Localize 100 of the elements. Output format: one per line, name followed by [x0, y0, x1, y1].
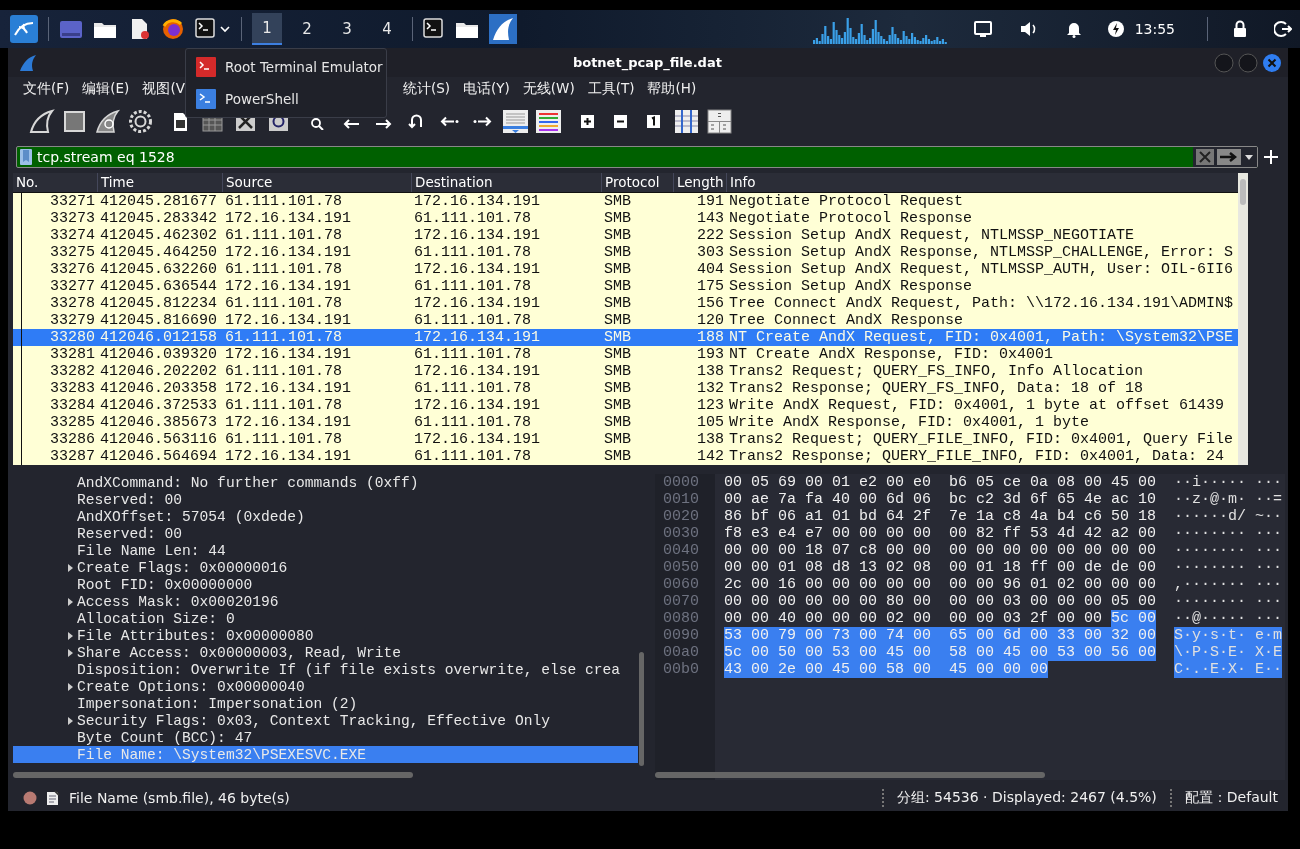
lightning-icon[interactable] — [1106, 20, 1125, 38]
table-cell-text: 412045.464250 — [99, 244, 219, 262]
table-cell-text: 412046.563116 — [99, 431, 219, 449]
packet-row[interactable]: 33283 412046.203358 172.16.134.191 61.111.101.78 SMB 132 Trans2 Response; QUERY_FS_INFO, Data: 18 of 18 — [13, 380, 1238, 398]
tree-row[interactable]: Root FID: 0x00000000 — [13, 576, 638, 594]
tree-row[interactable]: File Attributes: 0x00000080 — [13, 627, 638, 645]
packet-row[interactable]: 33274 412045.462302 61.111.101.78 172.16.134.191 SMB 222 Session Setup AndX Request, NTLMSSP_NEGOTIATE — [13, 227, 1238, 245]
table-cell-text: 172.16.134.191 — [413, 227, 542, 245]
tree-row[interactable]: File Name Len: 44 — [13, 542, 638, 560]
menu-item[interactable]: 统计(S) — [402, 80, 450, 99]
hex-bytes: f8 e3 e4 e7 00 00 00 00 00 82 ff 53 4d 42 a2 00 — [724, 525, 1158, 543]
display-filter-field[interactable]: tcp.stream eq 1528 — [16, 145, 1258, 168]
shark-fin-icon[interactable] — [489, 14, 517, 44]
tree-row[interactable]: Allocation Size: 0 — [13, 610, 638, 628]
logout-icon[interactable] — [1274, 20, 1292, 38]
menu-item[interactable]: PowerShell — [186, 83, 386, 115]
clear-icon[interactable] — [1196, 148, 1214, 165]
tree-row[interactable]: Share Access: 0x00000003, Read, Write — [13, 644, 638, 662]
collapsed-triangle-icon[interactable] — [65, 682, 74, 691]
autoscroll-icon[interactable] — [502, 107, 529, 135]
bookmark-icon[interactable] — [19, 147, 33, 166]
chevron-down-icon[interactable] — [219, 23, 231, 35]
screen-icon[interactable] — [972, 20, 993, 38]
workspace-button[interactable]: 4 — [372, 13, 402, 45]
packet-row[interactable]: 33282 412046.202202 61.111.101.78 172.16.134.191 SMB 138 Trans2 Request; QUERY_FS_INFO, Info Allocation — [13, 363, 1238, 381]
hex-bytes: 00 00 00 18 07 c8 00 00 00 00 00 00 00 00 00 00 — [724, 542, 1158, 560]
resize-columns-icon[interactable] — [673, 107, 700, 135]
tree-row[interactable]: Security Flags: 0x03, Context Tracking, Effective Only — [13, 712, 638, 730]
menu-item[interactable]: 电话(Y) — [463, 80, 510, 99]
menu-item[interactable]: 视图(V — [142, 80, 185, 99]
close-button[interactable] — [1262, 52, 1282, 73]
packet-row[interactable]: 33279 412045.816690 172.16.134.191 61.111.101.78 SMB 120 Tree Connect AndX Response — [13, 312, 1238, 330]
packet-row[interactable]: 33278 412045.812234 61.111.101.78 172.16.134.191 SMB 156 Tree Connect AndX Request, Path: \\172.16.134.191\ADMIN$ — [13, 295, 1238, 313]
collapsed-triangle-icon[interactable] — [65, 716, 74, 725]
tree-row[interactable]: Byte Count (BCC): 47 — [13, 729, 638, 747]
column-header[interactable]: No. — [13, 173, 97, 193]
table-cell-text: Trans2 Response; QUERY_FS_INFO, Data: 18 of 18 — [728, 380, 1145, 398]
tree-row[interactable]: AndXOffset: 57054 (0xdede) — [13, 508, 638, 526]
table-cell-text: 412045.812234 — [99, 295, 219, 313]
shark-fin-refresh-icon[interactable] — [94, 107, 121, 135]
tree-row[interactable]: Reserved: 00 — [13, 525, 638, 543]
packet-row[interactable]: 33281 412046.039320 172.16.134.191 61.111.101.78 SMB 193 NT Create AndX Response, FID: 0x4001 — [13, 346, 1238, 364]
menu-item[interactable]: 工具(T) — [587, 80, 635, 99]
packet-row[interactable]: 33277 412045.636544 172.16.134.191 61.111.101.78 SMB 175 Session Setup AndX Response — [13, 278, 1238, 296]
table-cell-text: 412045.636544 — [99, 278, 219, 296]
table-cell-text: SMB — [603, 227, 632, 245]
terminal-icon[interactable] — [195, 18, 217, 40]
packet-row[interactable]: 33286 412046.563116 61.111.101.78 172.16.134.191 SMB 138 Trans2 Request; QUERY_FILE_INFO, FID: 0x4001, Query File — [13, 431, 1238, 449]
packet-row[interactable]: 33276 412045.632260 61.111.101.78 172.16.134.191 SMB 404 Session Setup AndX Request, NTLMSSP_AUTH, User: OIL-6II6 — [13, 261, 1238, 279]
note-icon[interactable] — [46, 790, 60, 807]
menu-item[interactable]: 帮助(H) — [647, 80, 697, 99]
desktop-icon[interactable] — [59, 18, 83, 40]
menu-item[interactable]: 无线(W) — [522, 80, 575, 99]
profile-label[interactable]: 配置：Default — [1184, 789, 1278, 808]
table-cell-text: 61.111.101.78 — [224, 363, 344, 381]
table-cell-text: Negotiate Protocol Response — [728, 210, 974, 228]
tree-row[interactable]: Create Flags: 0x00000016 — [13, 559, 638, 577]
collapsed-triangle-icon[interactable] — [65, 563, 74, 572]
packet-row[interactable]: 33285 412046.385673 172.16.134.191 61.111.101.78 SMB 105 Write AndX Response, FID: 0x4001, 1 byte — [13, 414, 1238, 432]
clock: 13:55 — [1134, 21, 1175, 37]
tree-row[interactable]: Create Options: 0x00000040 — [13, 678, 638, 696]
workspace-button[interactable]: 2 — [292, 13, 322, 45]
packet-row[interactable]: 33271 412045.281677 61.111.101.78 172.16.134.191 SMB 191 Negotiate Protocol Request — [13, 193, 1238, 211]
expert-info-icon[interactable] — [23, 791, 37, 806]
tree-row[interactable]: Disposition: Overwrite If (if file exists overwrite, else crea — [13, 661, 638, 679]
tree-row[interactable]: Impersonation: Impersonation (2) — [13, 695, 638, 713]
tree-row[interactable]: Access Mask: 0x00020196 — [13, 593, 638, 611]
packet-row[interactable]: 33273 412045.283342 172.16.134.191 61.111.101.78 SMB 143 Negotiate Protocol Response — [13, 210, 1238, 228]
hex-bytes: 00 00 01 08 d8 13 02 08 00 01 18 ff 00 de de 00 — [724, 559, 1158, 577]
table-icon[interactable] — [706, 107, 733, 135]
tree-row[interactable]: AndXCommand: No further commands (0xff) — [13, 474, 638, 492]
shark-fin-icon[interactable] — [28, 107, 55, 135]
gear-icon[interactable] — [127, 107, 154, 135]
menu-item[interactable]: 文件(F) — [23, 80, 70, 99]
column-header[interactable]: Destination — [411, 173, 601, 193]
table-cell-text: 175 — [696, 278, 725, 296]
packet-row[interactable]: 33287 412046.564694 172.16.134.191 61.111.101.78 SMB 142 Trans2 Response; QUERY_FILE_INFO, FID: 0x4001, Data: 24 — [13, 448, 1238, 466]
terminal-icon[interactable] — [423, 18, 445, 40]
menu-item[interactable]: Root Terminal Emulator — [186, 51, 386, 83]
column-header[interactable]: Time — [97, 173, 222, 193]
plus-icon[interactable] — [1264, 149, 1278, 164]
lock-icon[interactable] — [1232, 20, 1248, 38]
packet-row[interactable]: 33284 412046.372533 61.111.101.78 172.16.134.191 SMB 123 Write AndX Request, FID: 0x4001, 1 byte at offset 61439 — [13, 397, 1238, 415]
scrollbar[interactable] — [1238, 173, 1248, 466]
workspace-button[interactable]: 1 — [252, 13, 282, 45]
packet-row[interactable]: 33280 412046.012158 61.111.101.78 172.16.134.191 SMB 188 NT Create AndX Request, FID: 0x4001, Path: \System32\PSE — [13, 329, 1238, 347]
colorize-icon[interactable] — [535, 107, 562, 135]
table-cell-text: SMB — [603, 312, 632, 330]
table-cell-text: 412046.564694 — [99, 448, 219, 466]
collapsed-triangle-icon[interactable] — [65, 597, 74, 606]
column-header[interactable]: Protocol — [601, 173, 673, 193]
column-header[interactable]: Length — [673, 173, 726, 193]
column-header[interactable]: Source — [222, 173, 411, 193]
table-cell-text: 123 — [696, 397, 725, 415]
workspace-button[interactable]: 3 — [332, 13, 362, 45]
tree-row[interactable]: Reserved: 00 — [13, 491, 638, 509]
browser-icon[interactable] — [161, 17, 185, 41]
table-cell-text: 172.16.134.191 — [224, 278, 353, 296]
menu-item[interactable]: 编辑(E) — [82, 80, 130, 99]
packet-row[interactable]: 33275 412045.464250 172.16.134.191 61.111.101.78 SMB 303 Session Setup AndX Response, NTLMSSP_CHALLENGE, Error: S — [13, 244, 1238, 262]
